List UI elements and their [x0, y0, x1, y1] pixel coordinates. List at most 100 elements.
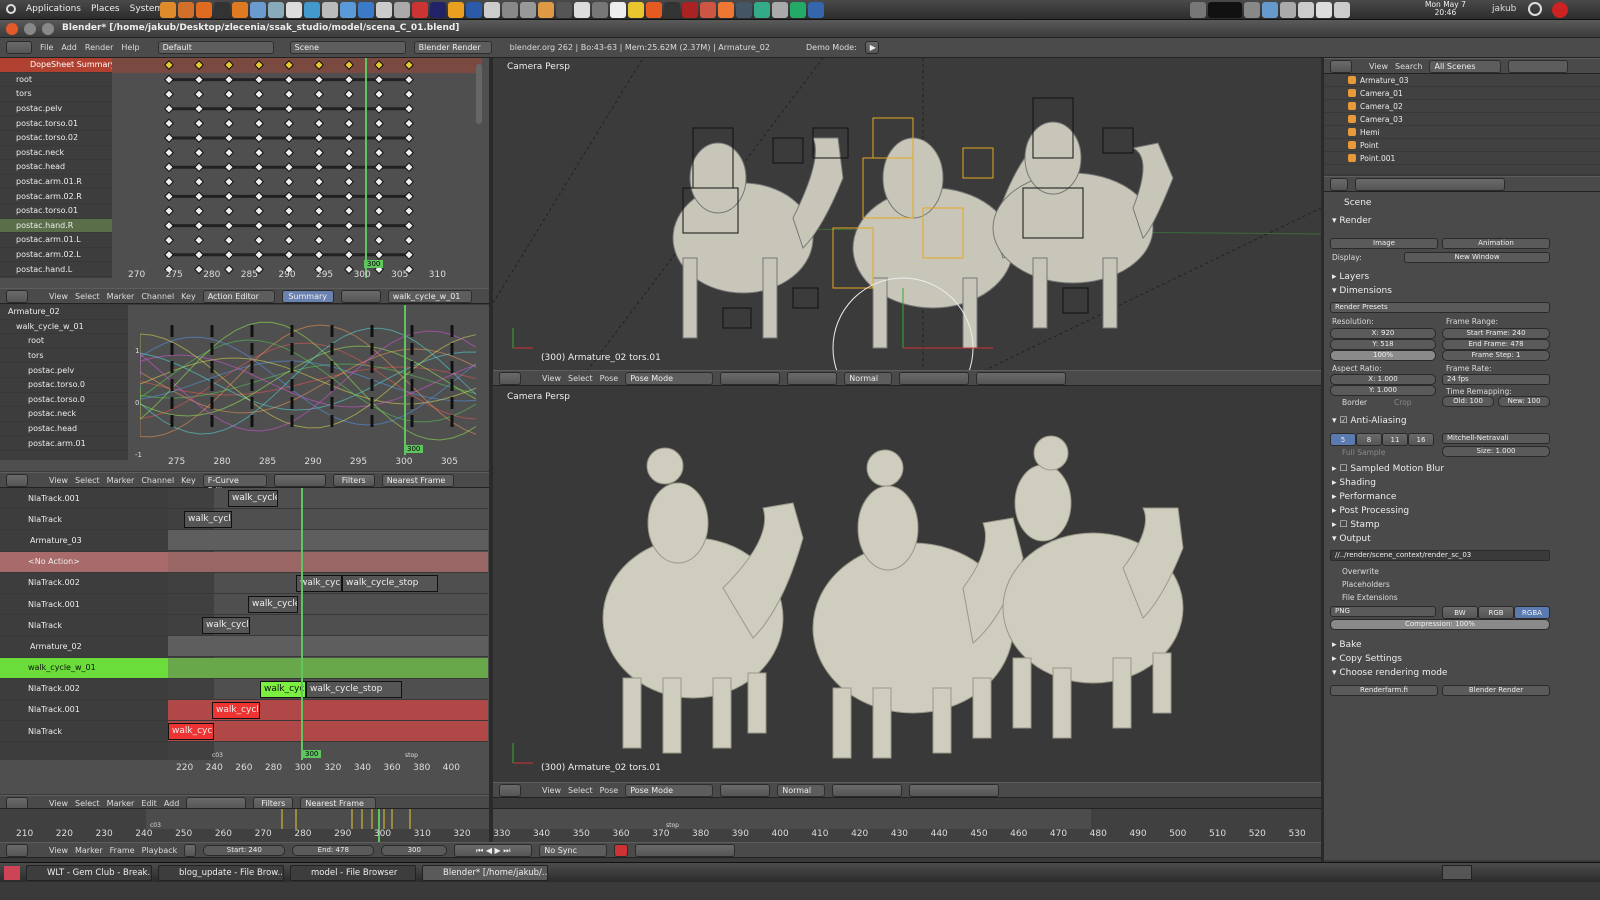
- scene-select[interactable]: Scene: [289, 41, 406, 54]
- edit-menu[interactable]: Edit: [141, 799, 157, 808]
- keying-set-field[interactable]: [635, 843, 736, 857]
- resolution-x-field[interactable]: X: 920: [1330, 328, 1436, 339]
- keyframe[interactable]: [374, 249, 384, 260]
- fcurve-channel-row[interactable]: postac.arm.01: [0, 436, 128, 451]
- select-menu[interactable]: Select: [75, 799, 100, 808]
- keyframe[interactable]: [344, 133, 354, 143]
- fcurve[interactable]: [140, 333, 477, 429]
- select-menu[interactable]: Select: [75, 476, 100, 485]
- keyframe[interactable]: [254, 118, 264, 129]
- keyframe[interactable]: [404, 206, 414, 216]
- keyframe[interactable]: [374, 220, 384, 231]
- editor-type-icon[interactable]: [6, 289, 28, 303]
- nla-track-row[interactable]: NlaTrack.001: [0, 700, 168, 722]
- keyframe[interactable]: [404, 103, 414, 114]
- resolution-y-field[interactable]: Y: 518: [1330, 339, 1436, 350]
- timeline-marker-c03[interactable]: c03: [150, 822, 161, 829]
- keyframe[interactable]: [374, 89, 384, 100]
- keyframe[interactable]: [224, 103, 234, 114]
- orientation-select[interactable]: Normal: [777, 783, 826, 797]
- keyframe[interactable]: [164, 162, 174, 173]
- aa-sample-8[interactable]: 8: [1356, 433, 1382, 446]
- keyframe[interactable]: [344, 60, 354, 70]
- sync-select[interactable]: No Sync: [539, 843, 608, 857]
- view-menu[interactable]: View: [542, 374, 561, 383]
- keyframe[interactable]: [224, 220, 234, 231]
- keyframe[interactable]: [314, 176, 324, 187]
- keyframe[interactable]: [284, 249, 294, 260]
- keyframe[interactable]: [404, 60, 414, 70]
- select-menu[interactable]: Select: [568, 374, 593, 383]
- keyframe[interactable]: [314, 118, 324, 129]
- places-menu[interactable]: Places: [91, 4, 120, 14]
- aa-sample-5[interactable]: 5: [1330, 433, 1356, 446]
- aa-sample-11[interactable]: 11: [1382, 433, 1408, 446]
- fcurve-graph[interactable]: [140, 305, 486, 457]
- fcurve[interactable]: [140, 345, 477, 417]
- full-sample-checkbox[interactable]: Full Sample: [1342, 448, 1385, 457]
- keyframe[interactable]: [224, 147, 234, 158]
- mode-select[interactable]: Pose Mode: [625, 783, 714, 797]
- play-icon[interactable]: ▶: [864, 41, 879, 54]
- start-frame-field[interactable]: Start Frame: 240: [1442, 328, 1550, 339]
- view-menu[interactable]: View: [49, 846, 68, 855]
- keyframe[interactable]: [164, 60, 174, 70]
- search-menu[interactable]: Search: [1395, 62, 1422, 71]
- color-mode-rgb[interactable]: RGB: [1478, 606, 1514, 619]
- shading-icons[interactable]: [720, 371, 781, 385]
- dopesheet-channel-row[interactable]: postac.arm.02.R: [0, 189, 112, 204]
- nla-strip[interactable]: walk_cycle: [212, 702, 260, 719]
- keyframe[interactable]: [254, 147, 264, 158]
- frame-step-field[interactable]: Frame Step: 1: [1442, 350, 1550, 361]
- color-mode-group[interactable]: BW RGB RGBA: [1442, 606, 1550, 619]
- color-mode-bw[interactable]: BW: [1442, 606, 1478, 619]
- marker-c03[interactable]: c03: [212, 752, 223, 759]
- nla-strip[interactable]: walk_cycle_stop: [306, 680, 402, 698]
- context-tab-icons[interactable]: [1355, 177, 1505, 191]
- dopesheet-channel-row[interactable]: tors: [0, 87, 112, 102]
- key-menu[interactable]: Key: [181, 292, 196, 301]
- keyframe[interactable]: [254, 103, 264, 114]
- editor-type-icon[interactable]: [499, 371, 521, 385]
- output-section[interactable]: ▾ Output: [1324, 532, 1371, 546]
- keyframe[interactable]: [344, 74, 354, 85]
- nla-strip[interactable]: walk_cycle: [228, 490, 278, 507]
- keyframe[interactable]: [314, 220, 324, 231]
- keyframe[interactable]: [254, 206, 264, 216]
- keyframe[interactable]: [164, 220, 174, 231]
- nla-track-row[interactable]: NlaTrack.002: [0, 679, 168, 700]
- help-menu[interactable]: Help: [121, 43, 139, 52]
- post-processing-section[interactable]: ▸ Post Processing: [1324, 504, 1409, 518]
- keyframe[interactable]: [224, 60, 234, 70]
- applications-menu[interactable]: Applications: [26, 4, 81, 14]
- file-menu[interactable]: File: [40, 43, 53, 52]
- start-frame-field[interactable]: Start: 240: [203, 844, 286, 856]
- system-menu[interactable]: System: [130, 4, 164, 14]
- output-path-field[interactable]: //../render/scene_context/render_sc_03: [1330, 550, 1550, 561]
- render-engine-select[interactable]: Blender Render: [413, 41, 492, 54]
- display-select[interactable]: New Window: [1404, 252, 1550, 263]
- keyframe[interactable]: [164, 103, 174, 114]
- keyframe[interactable]: [224, 191, 234, 202]
- keyframe[interactable]: [224, 206, 234, 216]
- keyframe[interactable]: [284, 60, 294, 70]
- fcurve-channel-row[interactable]: root: [0, 334, 128, 349]
- keyframe[interactable]: [314, 206, 324, 216]
- keyframe[interactable]: [314, 89, 324, 100]
- dimensions-section[interactable]: ▾ Dimensions: [1324, 284, 1392, 298]
- editor-type-icon[interactable]: [6, 473, 28, 487]
- keyframe[interactable]: [284, 235, 294, 246]
- task-file-browser-1[interactable]: blog_update - File Brow...: [158, 864, 284, 881]
- nla-strip[interactable]: walk_cycle_stop: [342, 574, 438, 592]
- nla-track-row[interactable]: NlaTrack.001: [0, 488, 168, 510]
- keyframe[interactable]: [314, 235, 324, 246]
- aa-filter-select[interactable]: Mitchell-Netravali: [1442, 433, 1550, 444]
- keyframe[interactable]: [404, 220, 414, 231]
- viewport-bottom[interactable]: Camera Persp (300) Armature_02 tors.01: [493, 388, 1321, 782]
- channel-menu[interactable]: Channel: [141, 292, 174, 301]
- end-frame-field[interactable]: End: 478: [292, 844, 375, 856]
- mode-select[interactable]: Action Editor: [202, 289, 275, 303]
- keyframe[interactable]: [284, 133, 294, 143]
- nla-track-row[interactable]: <No Action>: [0, 551, 168, 573]
- fcurve[interactable]: [140, 342, 477, 420]
